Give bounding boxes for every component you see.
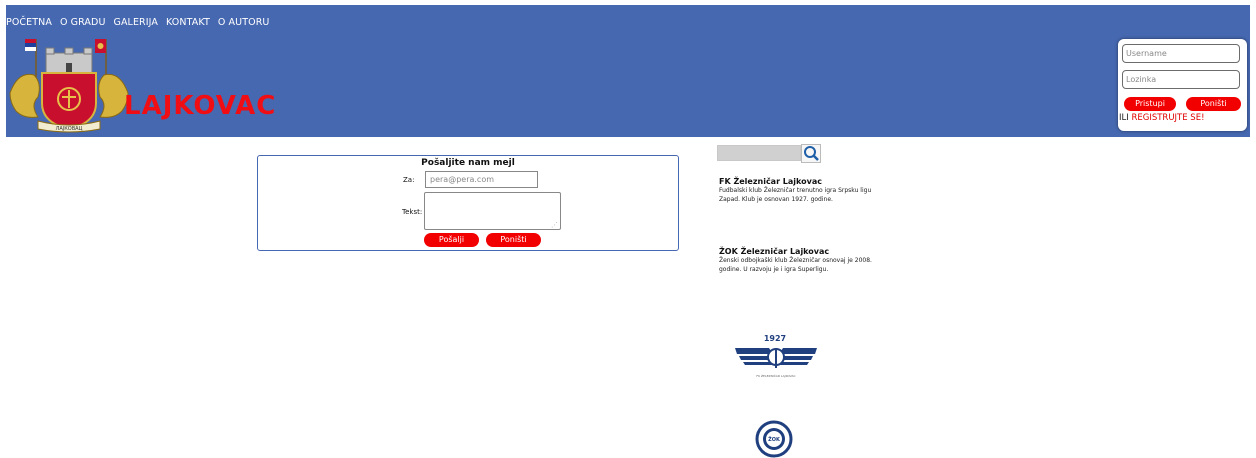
- to-email-input[interactable]: pera@pera.com: [425, 171, 538, 188]
- nav-item-galerija[interactable]: GALERIJA: [114, 17, 159, 28]
- magnifier-icon: [804, 146, 819, 161]
- register-line: ILI REGISTRUJTE SE!: [1119, 113, 1204, 123]
- login-submit-button[interactable]: Pristupi: [1124, 97, 1176, 111]
- text-label: Tekst:: [402, 208, 423, 216]
- header-banner: POČETNA O GRADU GALERIJA KONTAKT O AUTORU ЛА…: [6, 5, 1250, 137]
- zok-club-title: ŽOK Železničar Lajkovac: [719, 247, 830, 256]
- nav-item-o-autoru[interactable]: O AUTORU: [218, 17, 270, 28]
- login-reset-button[interactable]: Poništi: [1186, 97, 1241, 111]
- password-input[interactable]: Lozinka: [1122, 70, 1240, 89]
- svg-text:1927: 1927: [764, 334, 786, 343]
- nav-item-pocetna[interactable]: POČETNA: [6, 17, 52, 28]
- message-textarea[interactable]: ⋰: [424, 192, 561, 230]
- svg-text:FK ŽELEZNIČAR LAJKOVAC: FK ŽELEZNIČAR LAJKOVAC: [756, 373, 795, 378]
- zok-zeleznicar-logo: ŽOK: [755, 420, 793, 458]
- mail-reset-button[interactable]: Poništi: [486, 233, 541, 247]
- resize-grip-icon[interactable]: ⋰: [551, 221, 558, 229]
- nav-item-o-gradu[interactable]: O GRADU: [60, 17, 106, 28]
- or-text: ILI: [1119, 113, 1129, 123]
- fk-club-title: FK Železničar Lajkovac: [719, 177, 823, 186]
- register-link[interactable]: REGISTRUJTE SE!: [1131, 113, 1204, 123]
- fk-club-description: Fudbalski klub Železničar trenutno igra …: [719, 187, 872, 203]
- main-nav: POČETNA O GRADU GALERIJA KONTAKT O AUTORU: [6, 17, 277, 28]
- search-input[interactable]: [717, 145, 801, 161]
- nav-item-kontakt[interactable]: KONTAKT: [166, 17, 210, 28]
- mail-form-title: Pošaljite nam mejl: [421, 158, 515, 168]
- fk-zeleznicar-logo: 1927 FK ŽELEZNIČAR LAJKOVAC: [735, 334, 817, 378]
- zok-club-description: Ženski odbojkaški klub Železničar osnova…: [719, 257, 872, 273]
- to-label: Za:: [403, 176, 415, 184]
- city-crest-logo: ЛАЈКОВАЦ: [9, 39, 129, 133]
- svg-text:ЛАЈКОВАЦ: ЛАЈКОВАЦ: [56, 126, 83, 132]
- city-title: LAJKOVAC: [124, 91, 277, 121]
- login-panel: Username Lozinka Pristupi Poništi ILI RE…: [1118, 39, 1247, 131]
- search-button[interactable]: [801, 144, 821, 163]
- send-button[interactable]: Pošalji: [424, 233, 479, 247]
- username-input[interactable]: Username: [1122, 44, 1240, 63]
- svg-text:ŽOK: ŽOK: [768, 435, 781, 443]
- mail-form: Pošaljite nam mejl Za: pera@pera.com Tek…: [257, 155, 679, 251]
